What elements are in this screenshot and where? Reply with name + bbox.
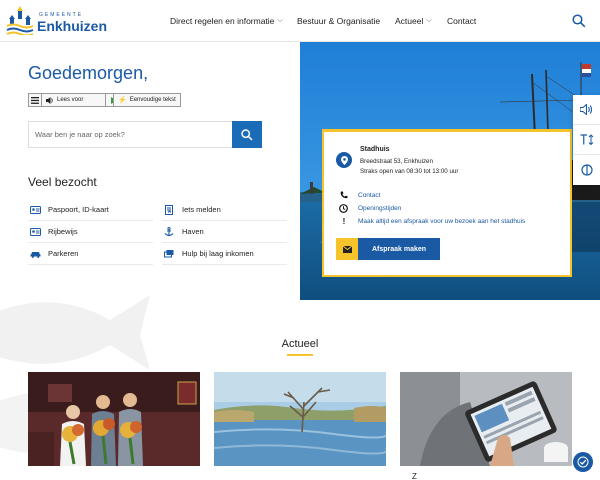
ceremony-photo bbox=[28, 372, 200, 466]
simple-text-button[interactable]: ⚡ Eenvoudige tekst bbox=[113, 93, 181, 107]
stadhuis-address: Breedstraat 53, Enkhuizen bbox=[360, 158, 433, 165]
nav-actueel[interactable]: Actueel ⌵ bbox=[395, 0, 432, 42]
landscape-painting bbox=[214, 372, 386, 466]
site-header: GEMEENTE Enkhuizen Direct regelen en inf… bbox=[0, 0, 600, 42]
report-icon bbox=[162, 204, 176, 215]
phone-icon bbox=[338, 191, 350, 199]
car-icon bbox=[28, 250, 42, 258]
drivers-license-icon bbox=[28, 227, 42, 236]
search-icon bbox=[241, 128, 253, 141]
nav-label: Actueel bbox=[395, 16, 424, 26]
menu-icon bbox=[31, 96, 39, 104]
greeting-heading: Goedemorgen, bbox=[28, 63, 149, 83]
accessibility-toolbar bbox=[573, 95, 600, 185]
text-size-tool[interactable] bbox=[573, 125, 600, 155]
quick-link-label: Rijbewijs bbox=[48, 227, 78, 236]
search-box bbox=[28, 121, 262, 148]
card-link-label: Openingstijden bbox=[358, 205, 402, 212]
lightning-icon: ⚡ bbox=[118, 97, 127, 104]
location-pin-icon bbox=[336, 152, 352, 168]
readspeaker-label: Lees voor bbox=[57, 97, 84, 103]
contrast-icon bbox=[580, 164, 593, 176]
quick-link-hulp-laag-inkomen[interactable]: Hulp bij laag inkomen bbox=[162, 243, 287, 265]
quick-link-label: Haven bbox=[182, 227, 204, 236]
card-link-label: Contact bbox=[358, 191, 381, 199]
chevron-down-icon: ⌵ bbox=[426, 17, 432, 24]
nav-direct-regelen[interactable]: Direct regelen en informatie ⌵ bbox=[170, 0, 283, 42]
id-card-icon bbox=[28, 205, 42, 214]
envelope-icon bbox=[336, 238, 358, 260]
nav-bestuur-organisatie[interactable]: Bestuur & Organisatie bbox=[297, 0, 380, 42]
quick-link-label: Paspoort, ID-kaart bbox=[48, 205, 109, 214]
accessibility-check-badge[interactable] bbox=[573, 452, 593, 472]
tablet-photo bbox=[400, 372, 572, 466]
speaker-icon bbox=[46, 96, 53, 104]
news-card-photo-ceremony[interactable] bbox=[28, 372, 200, 466]
afspraak-maken-button[interactable]: Afspraak maken bbox=[336, 238, 440, 260]
quick-link-label: Hulp bij laag inkomen bbox=[182, 249, 254, 258]
afspraak-maken-label: Afspraak maken bbox=[371, 245, 427, 253]
news-card-painting[interactable] bbox=[214, 372, 386, 466]
quick-link-rijbewijs[interactable]: Rijbewijs bbox=[28, 221, 153, 243]
actueel-underline bbox=[287, 354, 313, 356]
actueel-heading: Actueel bbox=[281, 338, 319, 350]
readspeaker-menu-button[interactable] bbox=[28, 93, 42, 107]
card-link-contact[interactable]: Contact bbox=[338, 191, 380, 199]
nav-label: Contact bbox=[447, 16, 477, 26]
search-button[interactable] bbox=[232, 121, 262, 148]
veel-bezocht-title: Veel bezocht bbox=[28, 175, 97, 189]
search-icon[interactable] bbox=[572, 14, 586, 28]
quick-link-label: Parkeren bbox=[48, 249, 79, 258]
chevron-down-icon: ⌵ bbox=[277, 17, 283, 24]
readspeaker-listen-button[interactable]: Lees voor bbox=[42, 93, 106, 107]
clock-icon bbox=[338, 204, 350, 213]
stadhuis-info-card: Stadhuis Breedstraat 53, Enkhuizen Strak… bbox=[322, 129, 572, 277]
quick-link-haven[interactable]: Haven bbox=[162, 221, 287, 243]
logo-title: Enkhuizen bbox=[37, 18, 108, 34]
read-aloud-tool[interactable] bbox=[573, 95, 600, 125]
contrast-tool[interactable] bbox=[573, 155, 600, 185]
simple-text-label: Eenvoudige tekst bbox=[129, 97, 176, 103]
nav-label: Bestuur & Organisatie bbox=[297, 16, 381, 26]
text-size-icon bbox=[580, 134, 593, 145]
checkmark-badge-icon bbox=[577, 456, 589, 468]
logo-emblem-icon bbox=[6, 6, 34, 37]
anchor-icon bbox=[162, 226, 176, 237]
stadhuis-title: Stadhuis bbox=[360, 146, 390, 153]
quick-link-label: Iets melden bbox=[182, 205, 221, 214]
stadhuis-hours: Straks open van 08:30 tot 13:00 uur bbox=[360, 168, 459, 175]
exclamation-icon: ! bbox=[342, 217, 346, 226]
money-icon bbox=[162, 249, 176, 259]
nav-label: Direct regelen en informatie bbox=[170, 16, 275, 26]
search-input[interactable] bbox=[29, 122, 233, 147]
enkhuizen-logo[interactable]: GEMEENTE Enkhuizen bbox=[6, 5, 107, 37]
speaker-icon bbox=[580, 104, 593, 115]
card-link-label: Maak altijd een afspraak voor uw bezoek … bbox=[358, 218, 526, 225]
card-link-afspraak-notice[interactable]: ! Maak altijd een afspraak voor uw bezoe… bbox=[338, 217, 526, 226]
quick-link-paspoort[interactable]: Paspoort, ID-kaart bbox=[28, 199, 153, 221]
card-link-openingstijden[interactable]: Openingstijden bbox=[338, 204, 401, 213]
news-title-partial[interactable]: Z bbox=[412, 472, 417, 480]
news-card-tablet[interactable] bbox=[400, 372, 572, 466]
nav-contact[interactable]: Contact bbox=[447, 0, 476, 42]
quick-link-iets-melden[interactable]: Iets melden bbox=[162, 199, 287, 221]
readspeaker-bar: Lees voor bbox=[28, 93, 122, 107]
